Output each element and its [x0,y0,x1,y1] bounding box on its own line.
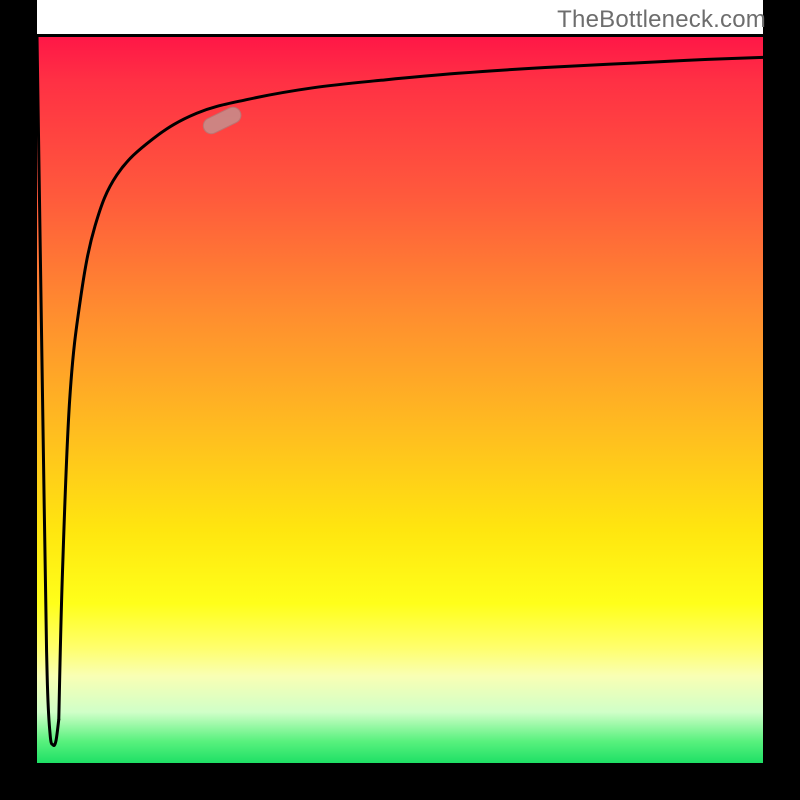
curve-spike [37,37,59,746]
plot-overlay [37,37,763,763]
curve-saturation [59,57,763,719]
axis-bottom [0,763,800,800]
watermark-text: TheBottleneck.com [557,6,766,34]
axis-right [763,0,800,800]
chart-container: TheBottleneck.com [0,0,800,800]
frame-top [0,34,800,37]
axis-left [0,0,37,800]
